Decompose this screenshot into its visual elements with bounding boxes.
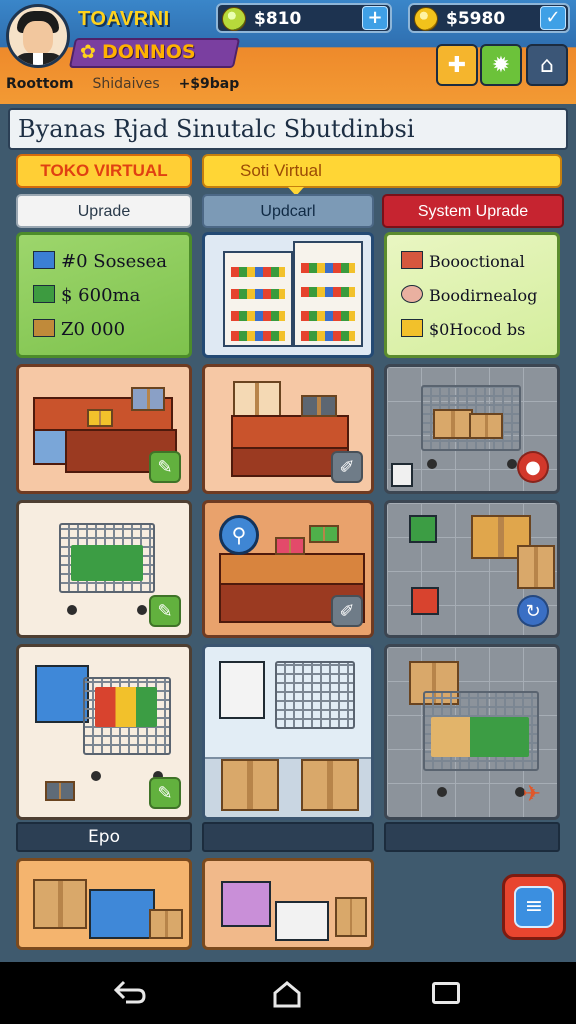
tab-upgrade[interactable]: Uprade: [16, 194, 192, 228]
gear-badge-icon: ✿: [80, 41, 96, 63]
warehouse-card[interactable]: [202, 644, 374, 820]
lock-box-icon: [401, 319, 423, 337]
stat-item: Shidaives: [92, 76, 160, 92]
boxes-card[interactable]: [16, 858, 192, 950]
player-avatar[interactable]: [6, 4, 70, 68]
upgrade-button[interactable]: ✎: [149, 451, 181, 483]
refresh-icon: ↻: [525, 601, 541, 622]
arrow-icon[interactable]: ✈: [523, 782, 541, 807]
home-icon[interactable]: [272, 980, 302, 1008]
stats-card-right[interactable]: Boooctional Boodirnealog $0Hocod bs: [384, 232, 560, 358]
produce-display-card[interactable]: [202, 858, 374, 950]
search-icon[interactable]: ⚲: [219, 515, 259, 555]
stat-strip: Roottom Shidaives +$9bap: [6, 76, 253, 92]
tab-system-upgrade[interactable]: System Uprade: [382, 194, 564, 228]
puzzle-button[interactable]: ✚: [436, 44, 478, 86]
alert-button[interactable]: ●: [517, 451, 549, 483]
counter-card[interactable]: ✎: [16, 364, 192, 494]
store-title: TOAVRNI: [78, 8, 170, 30]
label-bar-empty: [202, 822, 374, 852]
database-icon: ≡: [514, 886, 554, 928]
store-subtitle: DONNOS: [102, 41, 196, 63]
stat-value: $0Hocod bs: [429, 320, 526, 339]
stat-row: $0Hocod bs: [401, 319, 525, 339]
green-gem-coin-icon: [222, 7, 246, 31]
settings-button[interactable]: ✹: [480, 44, 522, 86]
cash-register: [301, 395, 337, 417]
upgrade-button[interactable]: ✐: [331, 451, 363, 483]
crates-card[interactable]: ↻: [384, 500, 560, 638]
tab-toko-virtual[interactable]: TOKO VIRTUAL: [16, 154, 192, 188]
stats-card-left[interactable]: #0 Sosesea $ 600ma Z0 000: [16, 232, 192, 358]
add-gems-button[interactable]: +: [362, 6, 388, 30]
cart-goods-card[interactable]: ✎: [16, 644, 192, 820]
page-title: Byanas Rjad Sinutalc Sbutdinbsi: [8, 108, 568, 150]
shopping-cart: [275, 661, 355, 729]
stat-row: Boooctional: [401, 251, 525, 271]
gear-icon: ✹: [491, 52, 511, 78]
stat-row: Z0 000: [33, 319, 125, 340]
product-icon: [401, 251, 423, 269]
stat-value: Z0 000: [61, 319, 126, 340]
stat-row: Boodirnealog: [401, 285, 537, 305]
crate-icon: [33, 319, 55, 337]
store-shelf-left: [223, 251, 293, 347]
checkout-card[interactable]: ✐: [202, 364, 374, 494]
stat-value: Boooctional: [429, 252, 525, 271]
wrench-icon: ✐: [339, 601, 355, 622]
stat-value: $ 600ma: [61, 285, 141, 306]
register-machine: [219, 661, 265, 719]
pencil-icon: ✎: [157, 601, 173, 622]
epo-label: Epo: [16, 822, 192, 852]
gem-currency: $810 +: [216, 3, 392, 33]
refresh-button[interactable]: ↻: [517, 595, 549, 627]
upgrade-button[interactable]: ✐: [331, 595, 363, 627]
pencil-icon: ✎: [157, 457, 173, 478]
cash-icon: [33, 285, 55, 303]
dolly: [45, 781, 75, 801]
shelf-card[interactable]: [202, 232, 374, 358]
back-icon[interactable]: [112, 978, 148, 1006]
upgrade-button[interactable]: ✎: [149, 595, 181, 627]
gold-amount: $5980: [446, 9, 506, 29]
pencil-icon: ✎: [157, 783, 173, 804]
tab-update[interactable]: Updcarl: [202, 194, 374, 228]
produce-counter-card[interactable]: ⚲ ✐: [202, 500, 374, 638]
tab-soti-virtual[interactable]: Soti Virtual: [202, 154, 562, 196]
cart-card[interactable]: ●: [384, 364, 560, 494]
inventory-button[interactable]: ≡: [502, 874, 566, 940]
puzzle-icon: ✚: [447, 52, 467, 78]
top-hud: TOAVRNI ✿ DONNOS Roottom Shidaives +$9ba…: [0, 0, 576, 104]
loaded-cart-card[interactable]: ✈: [384, 644, 560, 820]
box-icon: [33, 251, 55, 269]
gold-currency: $5980 ✓: [408, 3, 570, 33]
shop-button[interactable]: ⌂: [526, 44, 568, 86]
cart-produce-card[interactable]: ✎: [16, 500, 192, 638]
gold-coin-icon: [414, 7, 438, 31]
system-nav-bar: [0, 962, 576, 1024]
store-shelf-right: [293, 241, 363, 347]
stat-row: #0 Sosesea: [33, 251, 167, 272]
stat-item: Roottom: [6, 76, 74, 92]
bag-icon: [401, 285, 423, 303]
wrench-icon: ✐: [339, 457, 355, 478]
gem-amount: $810: [254, 9, 302, 29]
stat-value: Boodirnealog: [429, 286, 538, 305]
stat-item: +$9bap: [178, 76, 240, 92]
alert-icon: ●: [525, 457, 541, 478]
recent-apps-icon[interactable]: [432, 982, 460, 1004]
upgrade-button[interactable]: ✎: [149, 777, 181, 809]
add-gold-button[interactable]: ✓: [540, 6, 566, 30]
stat-value: #0 Sosesea: [61, 251, 167, 272]
shop-icon: ⌂: [540, 52, 554, 78]
notice-board: [233, 381, 281, 417]
stat-row: $ 600ma: [33, 285, 140, 306]
label-bar-empty: [384, 822, 560, 852]
